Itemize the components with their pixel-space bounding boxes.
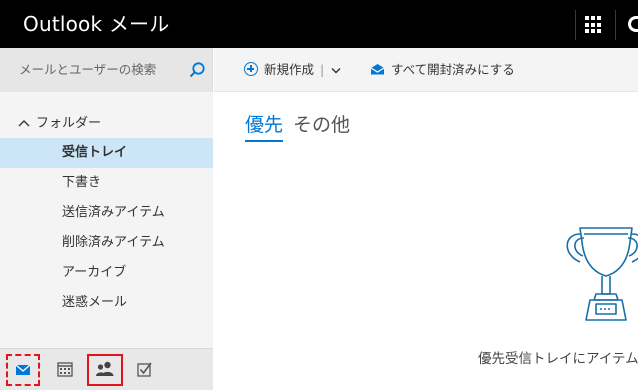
trophy-icon — [566, 227, 638, 321]
folder-item-drafts[interactable]: 下書き — [0, 168, 213, 198]
mark-all-read-button[interactable]: すべて開封済みにする — [370, 61, 515, 79]
folder-header[interactable]: フォルダー — [18, 116, 101, 132]
left-pane: メールとユーザーの検索 フォルダー 受信トレイ 下書き 送信済みアイテム 削除済… — [0, 48, 213, 390]
divider — [575, 10, 576, 40]
people-button[interactable] — [87, 354, 123, 386]
add-icon — [244, 62, 258, 76]
empty-state-message: 優先受信トレイにアイテムはありません — [478, 351, 638, 367]
tasks-button[interactable] — [128, 354, 162, 386]
folder-item-archive[interactable]: アーカイブ — [0, 258, 213, 288]
inbox-pivot: 優先 その他 — [245, 112, 360, 142]
new-label: 新規作成 — [264, 62, 315, 77]
calendar-icon — [57, 362, 73, 377]
folder-header-label: フォルダー — [36, 116, 102, 131]
top-bar: Outlook メール — [0, 0, 638, 48]
command-bar: 新規作成 | すべて開封済みにする — [214, 48, 638, 92]
folder-item-junk[interactable]: 迷惑メール — [0, 288, 213, 318]
tab-focused[interactable]: 優先 — [245, 112, 284, 142]
people-icon — [96, 361, 114, 376]
mail-button[interactable] — [6, 354, 40, 386]
search-icon[interactable] — [188, 61, 206, 79]
divider — [615, 10, 616, 40]
app-title[interactable]: Outlook メール — [23, 10, 169, 38]
mark-all-read-label: すべて開封済みにする — [391, 62, 515, 77]
module-switcher — [0, 348, 213, 390]
tab-other[interactable]: その他 — [293, 112, 350, 138]
app-launcher-icon[interactable] — [585, 16, 605, 34]
tasks-icon — [137, 362, 152, 377]
calendar-button[interactable] — [48, 354, 82, 386]
folder-item-sent[interactable]: 送信済みアイテム — [0, 198, 213, 228]
folder-list: 受信トレイ 下書き 送信済みアイテム 削除済みアイテム アーカイブ 迷惑メール — [0, 138, 213, 318]
folder-item-deleted[interactable]: 削除済みアイテム — [0, 228, 213, 258]
main-pane: 新規作成 | すべて開封済みにする 優先 その他 優先受信トレイにアイテム — [214, 48, 638, 390]
skype-icon[interactable] — [628, 16, 638, 32]
search-input[interactable]: メールとユーザーの検索 — [0, 48, 213, 92]
separator: | — [320, 62, 325, 77]
chevron-up-icon[interactable] — [18, 116, 30, 132]
chevron-down-icon[interactable] — [331, 66, 341, 77]
new-message-button[interactable]: 新規作成 | — [244, 61, 341, 81]
folder-item-inbox[interactable]: 受信トレイ — [0, 138, 213, 168]
envelope-open-icon — [370, 64, 385, 75]
search-placeholder: メールとユーザーの検索 — [19, 62, 157, 77]
mail-icon — [15, 364, 31, 375]
